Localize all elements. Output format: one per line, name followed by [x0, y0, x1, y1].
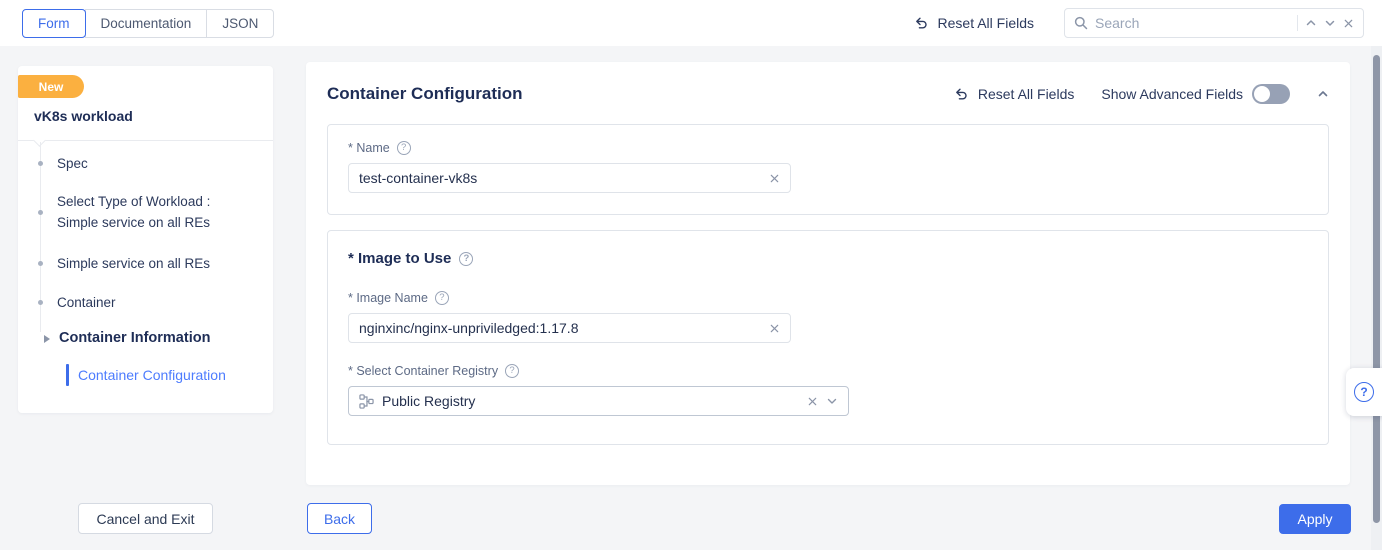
sidebar-item-container-configuration[interactable]: Container Configuration: [78, 367, 226, 383]
expand-triangle-icon: [44, 335, 50, 343]
registry-select[interactable]: Public Registry: [348, 386, 849, 416]
show-advanced-fields-toggle[interactable]: [1252, 84, 1290, 104]
reset-all-fields-button[interactable]: Reset All Fields: [913, 15, 1034, 31]
workload-nav-sidebar: New vK8s workload Spec Select Type of Wo…: [18, 66, 273, 413]
image-name-label: * Image Name: [348, 291, 428, 305]
search-close-icon[interactable]: [1343, 18, 1354, 29]
image-name-input-value: nginxinc/nginx-unpriviledged:1.17.8: [359, 320, 761, 336]
top-toolbar: Form Documentation JSON Reset All Fields: [0, 0, 1382, 46]
help-tooltip-icon[interactable]: ?: [505, 364, 519, 378]
name-field-card: * Name ? test-container-vk8s: [327, 124, 1329, 215]
sidebar-item-spec[interactable]: Spec: [57, 153, 247, 174]
tab-json[interactable]: JSON: [206, 9, 274, 38]
clear-name-icon[interactable]: [769, 173, 780, 184]
help-tooltip-icon[interactable]: ?: [435, 291, 449, 305]
tree-bullet: [38, 161, 43, 166]
registry-select-value: Public Registry: [382, 393, 799, 409]
tree-bullet: [38, 300, 43, 305]
sidebar-item-simple-service[interactable]: Simple service on all REs: [57, 253, 247, 274]
collapse-panel-icon[interactable]: [1317, 88, 1329, 100]
advanced-fields-control: Show Advanced Fields: [1101, 84, 1290, 104]
toggle-knob: [1254, 86, 1270, 102]
search-box: [1064, 8, 1364, 38]
help-icon[interactable]: ?: [1354, 382, 1374, 402]
show-advanced-fields-label: Show Advanced Fields: [1101, 86, 1243, 102]
search-next-icon[interactable]: [1324, 17, 1336, 29]
panel-reset-label: Reset All Fields: [978, 86, 1074, 102]
image-to-use-title: * Image to Use: [348, 250, 451, 267]
back-button[interactable]: Back: [307, 503, 372, 534]
name-input[interactable]: test-container-vk8s: [348, 163, 791, 193]
registry-nodes-icon: [359, 394, 374, 409]
help-tooltip-icon[interactable]: ?: [397, 141, 411, 155]
new-badge: New: [18, 75, 84, 98]
undo-icon: [913, 15, 929, 31]
image-name-input[interactable]: nginxinc/nginx-unpriviledged:1.17.8: [348, 313, 791, 343]
tab-documentation[interactable]: Documentation: [85, 9, 208, 38]
image-to-use-card: * Image to Use ? * Image Name ? nginxinc…: [327, 230, 1329, 445]
app-screen: Form Documentation JSON Reset All Fields: [0, 0, 1382, 550]
workload-title: vK8s workload: [34, 108, 133, 124]
search-divider: [1297, 15, 1298, 31]
help-tooltip-icon[interactable]: ?: [459, 252, 473, 266]
panel-header: Container Configuration Reset All Fields…: [327, 62, 1329, 104]
search-icon: [1074, 16, 1088, 30]
panel-reset-all-fields-button[interactable]: Reset All Fields: [953, 86, 1074, 102]
tree-bullet: [38, 210, 43, 215]
panel-header-actions: Reset All Fields Show Advanced Fields: [953, 84, 1329, 104]
sidebar-item-container[interactable]: Container: [57, 292, 247, 313]
clear-image-name-icon[interactable]: [769, 323, 780, 334]
apply-button[interactable]: Apply: [1279, 504, 1351, 534]
tree-bullet: [38, 261, 43, 266]
registry-dropdown-chevron-icon[interactable]: [826, 395, 838, 407]
sidebar-item-workload-type[interactable]: Select Type of Workload : Simple service…: [57, 191, 247, 233]
search-input[interactable]: [1095, 15, 1290, 31]
image-to-use-title-row: * Image to Use ?: [348, 250, 1308, 267]
name-label: * Name: [348, 141, 390, 155]
form-section-tree: Spec Select Type of Workload : Simple se…: [18, 140, 273, 413]
panel-title: Container Configuration: [327, 84, 522, 104]
clear-registry-icon[interactable]: [807, 396, 818, 407]
scrollbar-thumb[interactable]: [1373, 55, 1380, 523]
registry-label: * Select Container Registry: [348, 364, 498, 378]
help-flap: ?: [1346, 368, 1382, 416]
undo-icon: [953, 86, 969, 102]
image-name-label-row: * Image Name ?: [348, 291, 1308, 305]
search-prev-icon[interactable]: [1305, 17, 1317, 29]
view-tabs: Form Documentation JSON: [22, 9, 274, 38]
tab-form[interactable]: Form: [22, 9, 86, 38]
topbar-right-cluster: Reset All Fields: [913, 8, 1364, 38]
active-item-indicator: [66, 364, 69, 386]
cancel-and-exit-button[interactable]: Cancel and Exit: [78, 503, 213, 534]
reset-all-fields-label: Reset All Fields: [938, 15, 1034, 31]
container-configuration-panel: Container Configuration Reset All Fields…: [306, 62, 1350, 485]
registry-label-row: * Select Container Registry ?: [348, 364, 1308, 378]
name-field-label-row: * Name ?: [348, 141, 1308, 155]
name-input-value: test-container-vk8s: [359, 170, 761, 186]
sidebar-item-container-information[interactable]: Container Information: [59, 328, 259, 349]
